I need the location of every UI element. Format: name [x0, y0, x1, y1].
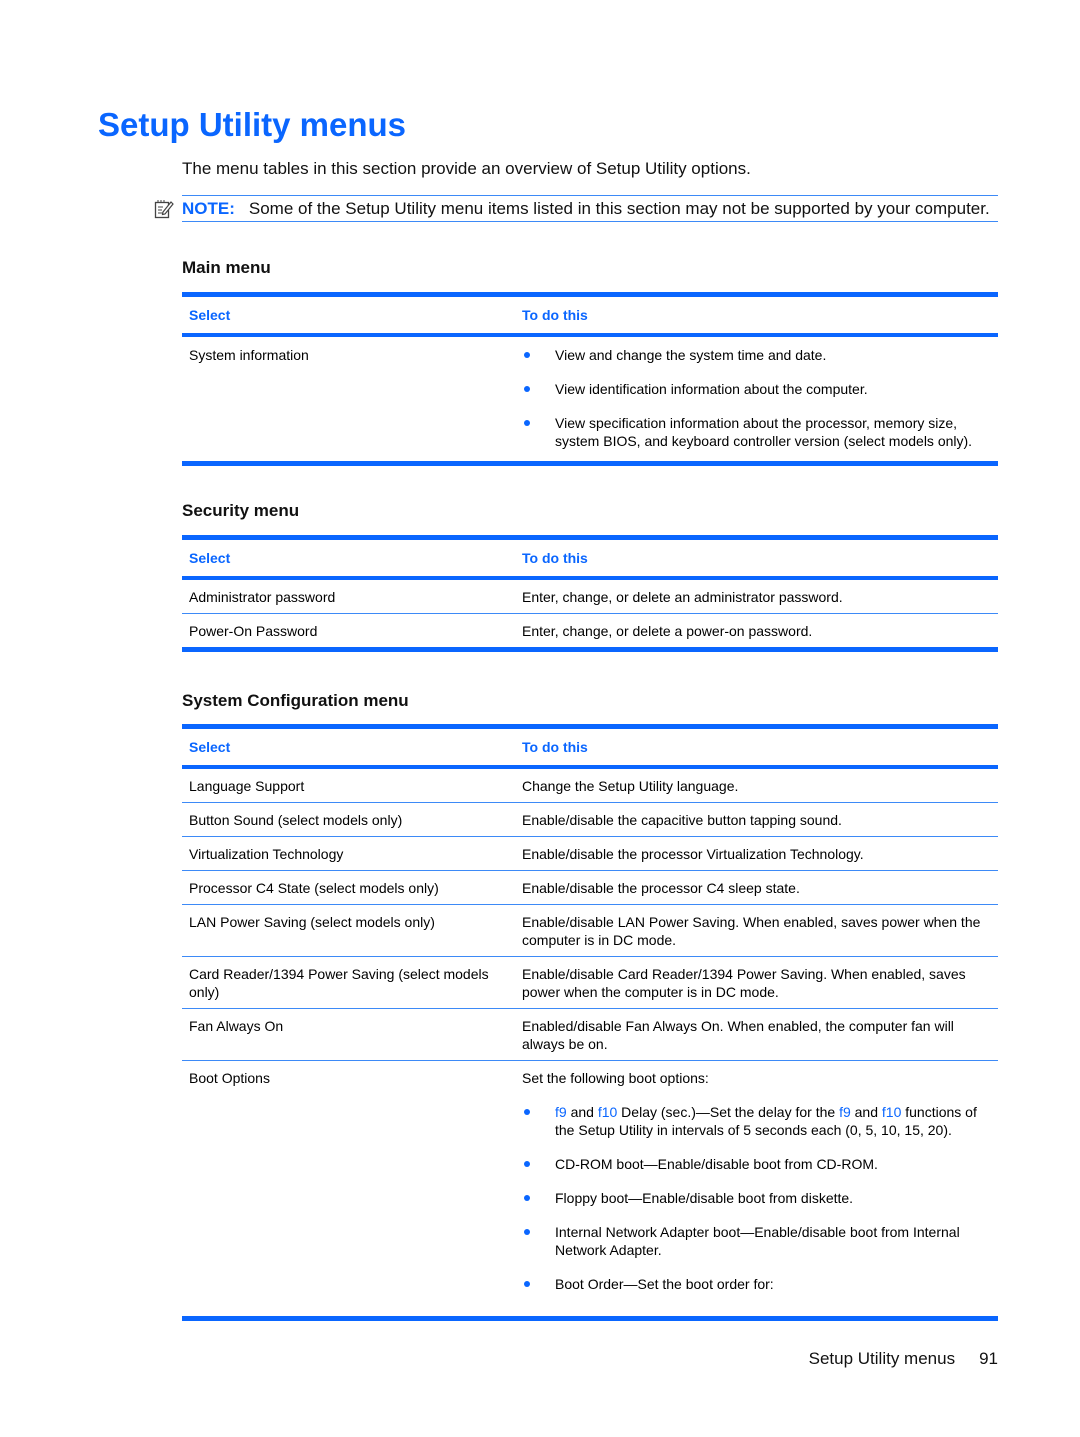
bullet-icon — [524, 1195, 530, 1201]
key-f9: f9 — [555, 1104, 567, 1120]
todo-cell: Enabled/disable Fan Always On. When enab… — [522, 1018, 954, 1052]
main-menu-table: Select To do this System information Vie… — [182, 292, 998, 466]
table-row: System information View and change the s… — [182, 337, 998, 461]
table-row: Language Support Change the Setup Utilit… — [182, 769, 998, 803]
todo-cell: Enter, change, or delete a power-on pass… — [522, 623, 813, 639]
table-header-row: Select To do this — [182, 297, 998, 337]
column-header-todo: To do this — [522, 307, 588, 323]
boot-options-lead: Set the following boot options: — [522, 1070, 709, 1086]
table-row: Administrator password Enter, change, or… — [182, 580, 998, 614]
table-row: Power-On Password Enter, change, or dele… — [182, 614, 998, 647]
select-cell: Administrator password — [189, 589, 336, 605]
table-bottom-rule — [182, 647, 998, 652]
column-header-todo: To do this — [522, 550, 588, 566]
todo-cell: Enable/disable the capacitive button tap… — [522, 812, 842, 828]
select-cell: Processor C4 State (select models only) — [189, 880, 439, 896]
bullet-icon — [524, 1161, 530, 1167]
select-cell: Virtualization Technology — [189, 846, 344, 862]
table-row: Processor C4 State (select models only) … — [182, 871, 998, 905]
select-cell: Button Sound (select models only) — [189, 812, 403, 828]
select-cell: System information — [189, 347, 309, 363]
bullet-icon — [524, 1281, 530, 1287]
table-row: Virtualization Technology Enable/disable… — [182, 837, 998, 871]
page-footer: Setup Utility menus 91 — [809, 1349, 998, 1369]
todo-cell: Enable/disable LAN Power Saving. When en… — [522, 914, 981, 948]
column-header-select: Select — [189, 307, 231, 323]
list-item: Boot Order—Set the boot order for: — [522, 1275, 992, 1293]
note-text: Some of the Setup Utility menu items lis… — [248, 199, 990, 218]
table-header-row: Select To do this — [182, 540, 998, 580]
note-pencil-icon — [154, 200, 174, 219]
intro-paragraph: The menu tables in this section provide … — [182, 159, 751, 178]
list-item: View and change the system time and date… — [522, 346, 992, 364]
key-f10: f10 — [881, 1104, 902, 1120]
select-cell: Language Support — [189, 778, 305, 794]
table-row: LAN Power Saving (select models only) En… — [182, 905, 998, 957]
table-row: Card Reader/1394 Power Saving (select mo… — [182, 957, 998, 1009]
bullet-icon — [524, 352, 530, 358]
main-menu-heading: Main menu — [182, 258, 271, 277]
key-f10: f10 — [597, 1104, 618, 1120]
list-item: View specification information about the… — [522, 414, 992, 450]
select-cell: Card Reader/1394 Power Saving (select mo… — [189, 966, 489, 1000]
security-menu-heading: Security menu — [182, 501, 300, 520]
select-cell: Boot Options — [189, 1070, 270, 1086]
todo-cell: Enable/disable the processor C4 sleep st… — [522, 880, 800, 896]
column-header-todo: To do this — [522, 739, 588, 755]
todo-cell: Enable/disable the processor Virtualizat… — [522, 846, 864, 862]
footer-section-title: Setup Utility menus — [808, 1349, 956, 1368]
list-item: f9 and f10 Delay (sec.)—Set the delay fo… — [522, 1103, 992, 1139]
page-number: 91 — [979, 1349, 998, 1368]
bullet-icon — [524, 1229, 530, 1235]
key-f9: f9 — [839, 1104, 851, 1120]
todo-cell: View and change the system time and date… — [522, 346, 998, 454]
table-row: Boot Options Set the following boot opti… — [182, 1061, 998, 1304]
note-box: NOTE: Some of the Setup Utility menu item… — [154, 195, 998, 222]
system-configuration-menu-table: Select To do this Language Support Chang… — [182, 724, 998, 1321]
select-cell: Fan Always On — [189, 1018, 284, 1034]
todo-cell: Set the following boot options: f9 and f… — [522, 1069, 998, 1297]
note-label: NOTE: — [182, 199, 235, 218]
list-item: Floppy boot—Enable/disable boot from dis… — [522, 1189, 992, 1207]
todo-cell: Enter, change, or delete an administrato… — [522, 589, 843, 605]
select-cell: Power-On Password — [189, 623, 318, 639]
bullet-icon — [524, 386, 530, 392]
bullet-icon — [524, 1109, 530, 1115]
todo-cell: Enable/disable Card Reader/1394 Power Sa… — [522, 966, 966, 1000]
table-bottom-rule — [182, 461, 998, 466]
table-header-row: Select To do this — [182, 729, 998, 769]
list-item: View identification information about th… — [522, 380, 992, 398]
column-header-select: Select — [189, 739, 231, 755]
system-configuration-menu-heading: System Configuration menu — [182, 691, 409, 710]
todo-cell: Change the Setup Utility language. — [522, 778, 739, 794]
column-header-select: Select — [189, 550, 231, 566]
bullet-icon — [524, 420, 530, 426]
list-item: CD-ROM boot—Enable/disable boot from CD-… — [522, 1155, 992, 1173]
select-cell: LAN Power Saving (select models only) — [189, 914, 435, 930]
page-title: Setup Utility menus — [98, 106, 407, 143]
table-row: Fan Always On Enabled/disable Fan Always… — [182, 1009, 998, 1061]
table-row: Button Sound (select models only) Enable… — [182, 803, 998, 837]
table-bottom-rule — [182, 1316, 998, 1321]
list-item: Internal Network Adapter boot—Enable/dis… — [522, 1223, 992, 1259]
security-menu-table: Select To do this Administrator password… — [182, 535, 998, 652]
